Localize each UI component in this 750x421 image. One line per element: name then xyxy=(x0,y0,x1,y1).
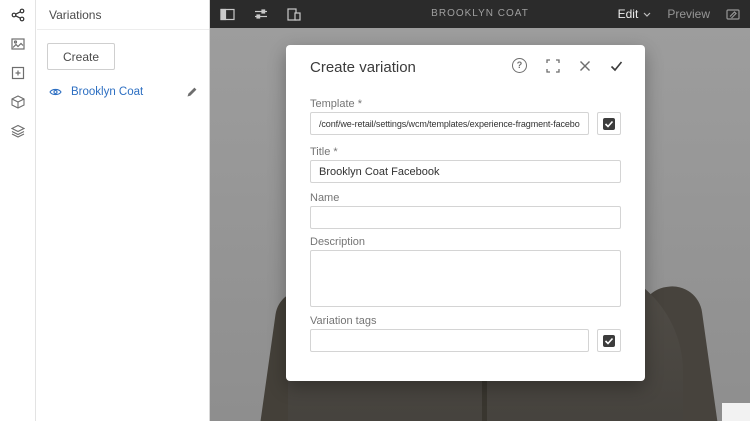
name-field-label: Name xyxy=(310,192,340,204)
page-background-corner xyxy=(722,403,750,421)
description-field-label: Description xyxy=(310,236,366,248)
variations-panel: Variations Create Brooklyn Coat xyxy=(37,0,210,421)
template-input[interactable] xyxy=(310,112,589,135)
help-icon[interactable]: ? xyxy=(512,58,527,73)
visibility-eye-icon xyxy=(49,87,62,97)
variation-tags-picker-button[interactable] xyxy=(597,329,621,352)
preview-button[interactable]: Preview xyxy=(667,7,710,21)
name-input[interactable] xyxy=(310,206,621,229)
title-field-label: Title * xyxy=(310,146,338,158)
topbar-right-tools: Edit Preview xyxy=(618,0,740,28)
variation-tags-input[interactable] xyxy=(310,329,589,352)
create-variation-button[interactable]: Create xyxy=(47,43,116,70)
variations-icon[interactable] xyxy=(0,0,36,29)
variations-panel-title: Variations xyxy=(37,0,209,30)
variation-tags-field-label: Variation tags xyxy=(310,315,377,327)
assets-icon[interactable] xyxy=(0,29,36,58)
edit-mode-selector[interactable]: Edit xyxy=(618,7,652,21)
variation-item-label: Brooklyn Coat xyxy=(71,86,144,98)
dialog-actions: ? xyxy=(512,58,623,73)
chevron-down-icon xyxy=(643,12,651,17)
editor-topbar: BROOKLYN COAT Edit Preview xyxy=(210,0,750,28)
edit-mode-label: Edit xyxy=(617,7,639,21)
edit-pencil-icon[interactable] xyxy=(186,86,198,98)
template-picker-button[interactable] xyxy=(597,112,621,135)
add-component-icon[interactable] xyxy=(0,58,36,87)
annotate-icon[interactable] xyxy=(726,8,740,21)
title-input[interactable] xyxy=(310,160,621,183)
close-icon[interactable] xyxy=(579,60,591,72)
side-rail xyxy=(0,0,36,421)
create-variation-dialog: Create variation ? Template * Title * xyxy=(286,45,645,381)
confirm-check-icon[interactable] xyxy=(610,60,623,72)
template-field-label: Template * xyxy=(310,98,362,110)
description-textarea[interactable] xyxy=(310,250,621,307)
dialog-title: Create variation xyxy=(310,59,416,76)
components-icon[interactable] xyxy=(0,87,36,116)
variation-list-item[interactable]: Brooklyn Coat xyxy=(37,79,210,105)
fullscreen-icon[interactable] xyxy=(546,58,560,73)
layers-icon[interactable] xyxy=(0,116,36,145)
